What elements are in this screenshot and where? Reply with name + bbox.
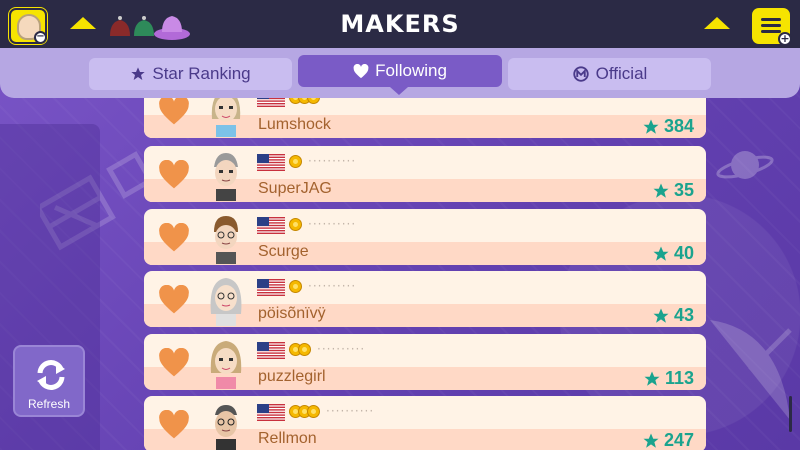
medal-icons <box>289 343 311 356</box>
medal-progress-dots: ·········· <box>326 404 375 418</box>
medal-progress-dots: ·········· <box>308 279 357 293</box>
tab-official[interactable]: Official <box>508 58 711 90</box>
mii-avatar[interactable] <box>208 399 244 450</box>
maker-row[interactable]: ·········· pöisõnïvÿ 43 <box>144 271 706 327</box>
us-flag-icon <box>257 279 285 296</box>
maker-name: Lumshock <box>258 116 331 133</box>
star-icon <box>653 308 669 323</box>
maker-name: Rellmon <box>258 430 317 447</box>
star-icon <box>643 119 659 134</box>
mii-avatar[interactable] <box>208 337 244 390</box>
star-icon <box>131 67 146 80</box>
maker-name: pöisõnïvÿ <box>258 305 326 322</box>
star-count-value: 384 <box>663 116 694 136</box>
star-count: 40 <box>652 243 694 264</box>
star-count: 384 <box>642 116 694 137</box>
us-flag-icon <box>257 217 285 234</box>
star-icon <box>644 371 660 386</box>
scrollbar[interactable] <box>789 396 792 432</box>
medal-icon <box>289 280 302 293</box>
tab-label: Star Ranking <box>152 64 251 83</box>
medal-icon <box>289 218 302 231</box>
refresh-icon <box>37 360 65 390</box>
maker-row[interactable]: ·········· Scurge 40 <box>144 209 706 265</box>
heart-follow-icon[interactable] <box>158 284 190 319</box>
star-count: 43 <box>652 305 694 326</box>
star-count: 247 <box>642 430 694 450</box>
mii-avatar[interactable] <box>208 149 244 202</box>
top-bar: − MAKERS + <box>0 0 800 52</box>
heart-icon <box>353 63 369 78</box>
maker-row[interactable]: ·········· SuperJAG 35 <box>144 146 706 202</box>
mii-avatar[interactable] <box>208 274 244 327</box>
us-flag-icon <box>257 342 285 359</box>
tab-label: Following <box>375 61 447 80</box>
medal-icons <box>289 405 320 418</box>
medal-icon <box>307 405 320 418</box>
star-count-value: 35 <box>673 180 694 200</box>
heart-follow-icon[interactable] <box>158 222 190 257</box>
maker-name: Scurge <box>258 243 309 260</box>
maker-name: SuperJAG <box>258 180 332 197</box>
maker-row[interactable]: ·········· puzzlegirl 113 <box>144 334 706 390</box>
medal-icon <box>298 343 311 356</box>
us-flag-icon <box>257 154 285 171</box>
star-count: 35 <box>652 180 694 201</box>
star-icon <box>653 246 669 261</box>
mario-logo-icon <box>572 66 589 82</box>
star-count-value: 113 <box>664 368 694 388</box>
medal-progress-dots: ·········· <box>317 342 366 356</box>
mii-avatar[interactable] <box>208 212 244 265</box>
medal-icons <box>289 155 302 168</box>
medal-progress-dots: ·········· <box>308 154 357 168</box>
menu-button[interactable]: + <box>752 8 792 46</box>
triangle-up-icon <box>704 17 730 29</box>
star-icon <box>653 183 669 198</box>
star-icon <box>643 433 659 448</box>
maker-name: puzzlegirl <box>258 368 326 385</box>
maker-row[interactable]: ·········· Rellmon 247 <box>144 396 706 450</box>
star-count-value: 40 <box>673 243 694 263</box>
plus-icon: + <box>778 32 792 46</box>
medal-icons <box>289 218 302 231</box>
medal-progress-dots: ·········· <box>308 217 357 231</box>
refresh-button[interactable]: Refresh <box>13 345 85 417</box>
page-title: MAKERS <box>340 10 460 38</box>
tab-following[interactable]: Following <box>298 55 502 95</box>
tab-label: Official <box>595 64 648 83</box>
planet-decoration <box>716 151 774 179</box>
tab-star-ranking[interactable]: Star Ranking <box>89 58 292 90</box>
heart-follow-icon[interactable] <box>158 347 190 382</box>
star-count-value: 43 <box>673 305 694 325</box>
heart-follow-icon[interactable] <box>158 409 190 444</box>
heart-follow-icon[interactable] <box>158 95 190 130</box>
medal-icons <box>289 280 302 293</box>
us-flag-icon <box>257 404 285 421</box>
star-count: 113 <box>643 368 694 389</box>
refresh-label: Refresh <box>27 397 71 411</box>
medal-icon <box>289 155 302 168</box>
dish-decoration <box>710 320 792 420</box>
star-count-value: 247 <box>663 430 694 450</box>
heart-follow-icon[interactable] <box>158 159 190 194</box>
tab-strip: Star Ranking Following Official <box>0 48 800 98</box>
